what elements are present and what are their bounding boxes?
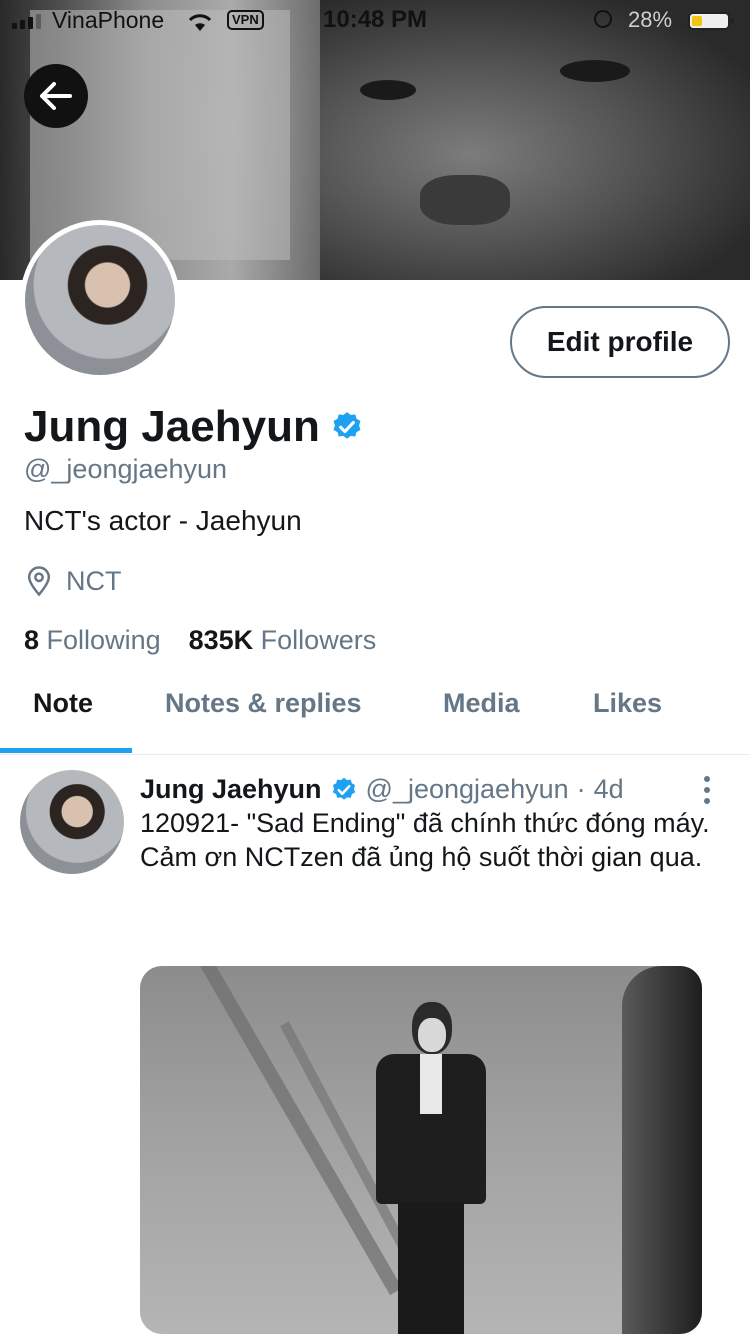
battery-percent: 28% [628,7,673,32]
tweet-author-name[interactable]: Jung Jaehyun [140,774,322,805]
tweet-text-line: 120921- "Sad Ending" đã chính thức đóng … [140,808,710,838]
profile-location: NCT [24,565,122,597]
active-tab-indicator [0,748,132,753]
followers-label: Followers [260,625,377,655]
orientation-lock-icon [594,10,612,28]
battery-cap [731,18,734,24]
location-text: NCT [66,565,122,596]
followers-count: 835K [188,625,254,655]
vpn-badge: VPN [227,10,264,30]
tab-note[interactable]: Note [33,688,93,719]
tweet-author-avatar[interactable] [20,770,124,874]
profile-name-row: Jung Jaehyun [24,402,364,452]
banner-face-shape [320,0,750,280]
tweet-separator: · [576,774,586,804]
tab-likes[interactable]: Likes [593,688,662,719]
profile-bio: NCT's actor - Jaehyun [24,505,302,536]
carrier-name: VinaPhone [52,7,165,33]
banner-eye-shape [360,80,416,100]
tweet-media-image[interactable] [140,966,702,1334]
media-person-figure [376,1002,486,1334]
profile-avatar[interactable] [20,220,180,380]
wifi-icon [188,12,212,38]
tweet-body: 120921- "Sad Ending" đã chính thức đóng … [140,806,710,874]
tweet-header: Jung Jaehyun @_jeongjaehyun · 4d [140,774,624,805]
location-pin-icon [27,566,51,597]
profile-handle: @_jeongjaehyun [24,454,228,484]
more-options-icon[interactable] [700,776,714,804]
tweet-author-handle: @_jeongjaehyun [365,774,569,804]
tweet-text-line: Cảm ơn NCTzen đã ủng hộ suốt thời gian q… [140,842,703,872]
tab-notes-and-replies[interactable]: Notes & replies [165,688,362,719]
media-beam-shape [200,966,403,1296]
cellular-signal-icon [12,14,41,29]
clock: 10:48 PM [323,6,428,33]
followers-link[interactable]: 835K Followers [189,625,377,656]
banner-eye-shape [560,60,630,82]
media-wall-shape [622,966,702,1334]
battery-icon [688,12,730,30]
profile-name: Jung Jaehyun [24,402,320,451]
following-count: 8 [24,625,40,655]
tab-media[interactable]: Media [443,688,520,719]
following-link[interactable]: 8 Following [24,625,161,656]
verified-badge-icon [332,777,355,800]
banner-light-shape [30,10,290,260]
banner-nose-shape [420,175,510,225]
back-button[interactable] [24,64,88,128]
verified-badge-icon [333,412,361,439]
follow-stats: 8 Following 835K Followers [24,625,376,656]
tweet-timestamp: 4d [593,774,624,804]
status-bar: VinaPhone VPN 10:48 PM 28% [0,0,750,40]
following-label: Following [46,625,161,655]
profile-tabs: Note Notes & replies Media Likes [0,672,750,755]
edit-profile-button[interactable]: Edit profile [510,306,730,378]
arrow-left-icon [40,82,72,110]
